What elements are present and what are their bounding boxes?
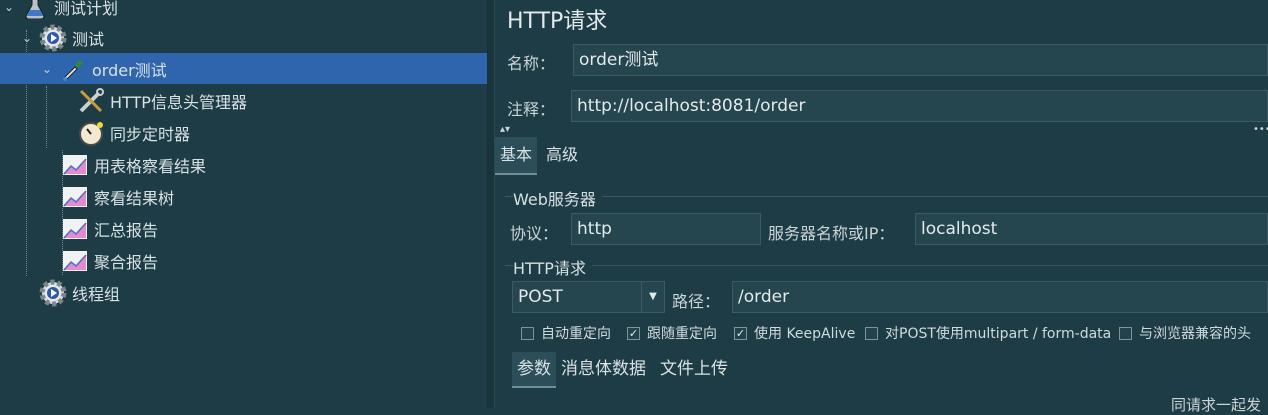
gear-play-icon [38,279,68,307]
checkbox-checked[interactable]: ✓ [734,326,747,340]
option-multipart[interactable]: 对POST使用multipart / form-data [865,323,1111,343]
option-label: 对POST使用multipart / form-data [885,326,1112,342]
tree-node-sync-timer[interactable]: 同步定时器 [76,117,190,148]
graph-icon [60,183,90,211]
wrench-screwdriver-icon [76,87,106,115]
tree-node-label: HTTP信息头管理器 [110,92,247,112]
protocol-field[interactable]: http [571,213,761,245]
send-with-request-header: 同请求一起发 [1171,396,1262,414]
tree-connector [46,86,47,148]
tree-node-header-manager[interactable]: HTTP信息头管理器 [76,85,247,116]
pipette-icon [58,55,88,83]
tree-node-label: 线程组 [72,284,121,304]
tree-node-label: 同步定时器 [110,124,191,144]
collapse-arrows-icon[interactable]: ▴▾ [500,124,510,135]
option-label: 与浏览器兼容的头 [1139,326,1251,342]
tab-bar: 基本 高级 [495,137,1268,175]
name-label: 名称： [507,54,556,73]
chevron-down-icon[interactable]: ⌄ [2,0,16,14]
method-select[interactable]: POST ▼ [512,281,665,313]
checkbox[interactable] [1119,326,1132,340]
option-browser-compatible-headers[interactable]: 与浏览器兼容的头 [1119,323,1251,343]
tree-node-thread-group[interactable]: 线程组 [38,277,120,308]
tree-node-label: 聚合报告 [94,252,159,272]
option-label: 使用 KeepAlive [754,326,856,342]
http-request-title: HTTP请求 [513,255,592,279]
tree-node-label: 察看结果树 [94,188,175,208]
flask-icon [20,0,50,21]
chevron-down-icon[interactable]: ▼ [641,282,664,312]
subtab-file-upload[interactable]: 文件上传 [655,352,733,386]
http-request-panel: HTTP请求 名称： order测试 注释： http://localhost:… [495,0,1268,414]
checkbox[interactable] [865,326,878,340]
server-field[interactable]: localhost [915,213,1268,245]
method-value: POST [518,287,563,307]
subtab-parameters[interactable]: 参数 [512,352,556,388]
tree-node-label: 用表格察看结果 [94,156,207,176]
comment-label: 注释： [507,100,556,119]
web-server-title: Web服务器 [513,186,602,210]
http-request-group [505,265,1268,266]
tree-node-summary-report[interactable]: 汇总报告 [60,213,158,244]
subtab-body-data[interactable]: 消息体数据 [556,352,651,386]
tree-node-test-plan[interactable]: ⌄ 测试计划 [2,0,118,22]
tree-node-label: 测试 [72,29,105,49]
tree-node-table-results[interactable]: 用表格察看结果 [60,149,206,180]
option-auto-redirect[interactable]: 自动重定向 [521,323,611,343]
tree-node-order-test[interactable]: ⌄ order测试 [0,53,487,84]
panel-title: HTTP请求 [507,9,608,34]
option-follow-redirect[interactable]: ✓ 跟随重定向 [627,323,717,343]
chevron-down-icon[interactable]: ⌄ [40,62,54,76]
test-plan-tree: ⌄ 测试计划 ⌄ 测试 ⌄ order测试 HTTP信息头管理器 同步定时器 用… [0,0,487,408]
chevron-down-icon[interactable]: ⌄ [20,31,34,45]
server-label: 服务器名称或IP： [768,224,895,243]
tree-node-result-tree[interactable]: 察看结果树 [60,181,174,212]
tab-basic[interactable]: 基本 [495,137,538,175]
graph-icon [60,215,90,243]
name-field[interactable]: order测试 [573,44,1268,76]
option-keepalive[interactable]: ✓ 使用 KeepAlive [734,323,855,343]
path-label: 路径： [672,292,721,311]
path-field[interactable]: /order [732,281,1268,313]
graph-icon [60,247,90,275]
tab-advanced[interactable]: 高级 [541,137,583,173]
protocol-label: 协议： [510,224,559,243]
tree-node-label: 测试计划 [54,0,119,18]
tree-node-aggregate-report[interactable]: 聚合报告 [60,245,158,276]
checkbox-checked[interactable]: ✓ [627,326,640,340]
tree-node-label: 汇总报告 [94,220,159,240]
checkbox[interactable] [521,326,534,340]
more-dots-icon[interactable]: ••• [1253,124,1268,135]
option-label: 跟随重定向 [647,326,717,342]
web-server-group [505,196,1268,197]
split-pane-divider[interactable] [487,0,495,408]
tree-node-label: order测试 [92,60,167,80]
tree-node-test[interactable]: ⌄ 测试 [20,22,104,53]
graph-icon [60,151,90,179]
option-label: 自动重定向 [541,326,611,342]
comment-field[interactable]: http://localhost:8081/order [571,90,1268,122]
gear-play-icon [38,24,68,52]
stopwatch-icon [76,119,106,147]
